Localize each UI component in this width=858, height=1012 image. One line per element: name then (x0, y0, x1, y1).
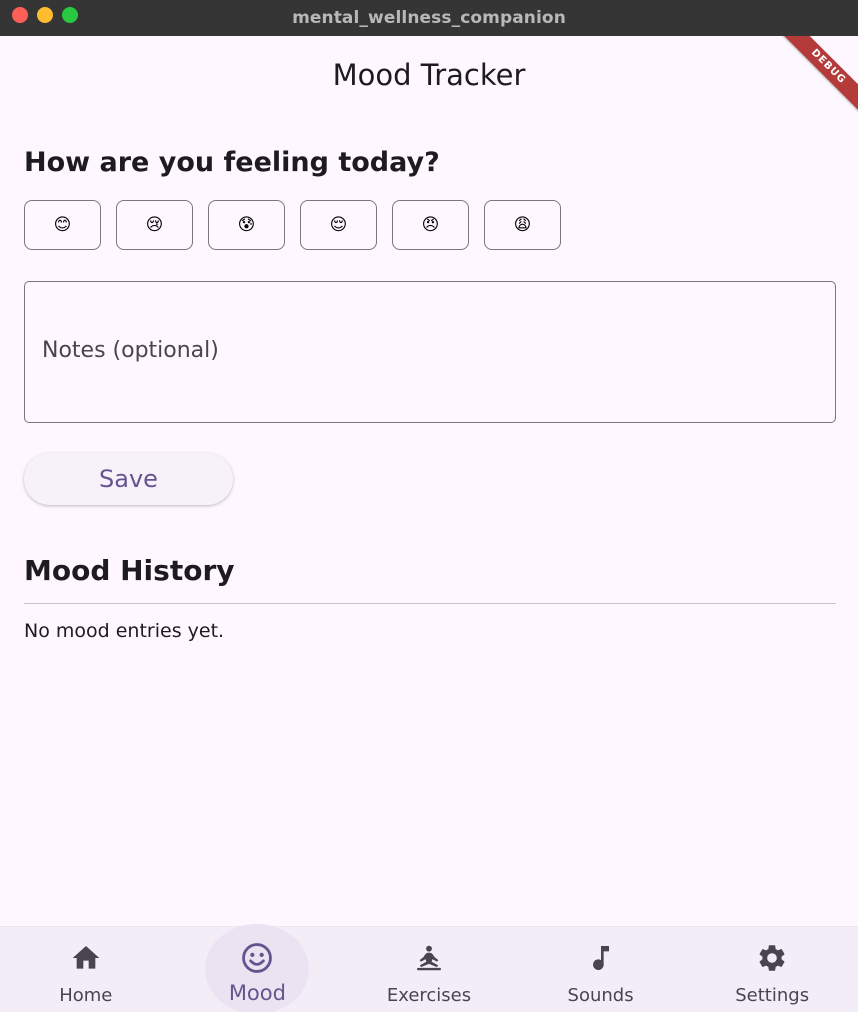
maximize-window-button[interactable] (62, 7, 78, 23)
history-title: Mood History (24, 554, 235, 587)
mood-button-tired[interactable]: 😩 (484, 200, 561, 250)
nav-label-mood: Mood (228, 981, 286, 1005)
gear-icon (755, 941, 789, 975)
history-empty-text: No mood entries yet. (24, 620, 225, 642)
mood-button-angry[interactable]: 😠 (392, 200, 469, 250)
window-title: mental_wellness_companion (292, 8, 566, 28)
window-controls (12, 7, 78, 23)
nav-item-settings[interactable]: Settings (686, 927, 858, 1012)
mood-button-happy[interactable]: 😊 (24, 200, 101, 250)
home-icon (69, 941, 103, 975)
notes-field[interactable]: Notes (optional) (24, 281, 836, 423)
nav-label-settings: Settings (735, 985, 810, 1006)
mood-button-calm[interactable]: 😌 (300, 200, 377, 250)
notes-label: Notes (optional) (42, 338, 219, 363)
bottom-navigation: Home Mood Exercises Sounds Settings (0, 924, 858, 1012)
nav-label-exercises: Exercises (386, 985, 472, 1006)
nav-item-exercises[interactable]: Exercises (343, 927, 515, 1012)
meditation-icon (412, 941, 446, 975)
save-button[interactable]: Save (24, 453, 233, 505)
mood-icon (240, 941, 274, 975)
app-body: DEBUG Mood Tracker How are you feeling t… (0, 36, 858, 1012)
divider (24, 603, 836, 604)
nav-label-sounds: Sounds (567, 985, 634, 1006)
window-titlebar: mental_wellness_companion (0, 0, 858, 36)
music-note-icon (584, 941, 618, 975)
page-title: Mood Tracker (332, 58, 526, 92)
mood-selector: 😊 😢 😰 😌 😠 😩 (24, 200, 561, 250)
mood-button-sad[interactable]: 😢 (116, 200, 193, 250)
nav-item-mood[interactable]: Mood (172, 924, 344, 1012)
nav-label-home: Home (59, 985, 113, 1006)
minimize-window-button[interactable] (37, 7, 53, 23)
nav-item-sounds[interactable]: Sounds (515, 927, 687, 1012)
mood-question: How are you feeling today? (24, 147, 440, 178)
close-window-button[interactable] (12, 7, 28, 23)
mood-button-anxious[interactable]: 😰 (208, 200, 285, 250)
nav-item-home[interactable]: Home (0, 927, 172, 1012)
